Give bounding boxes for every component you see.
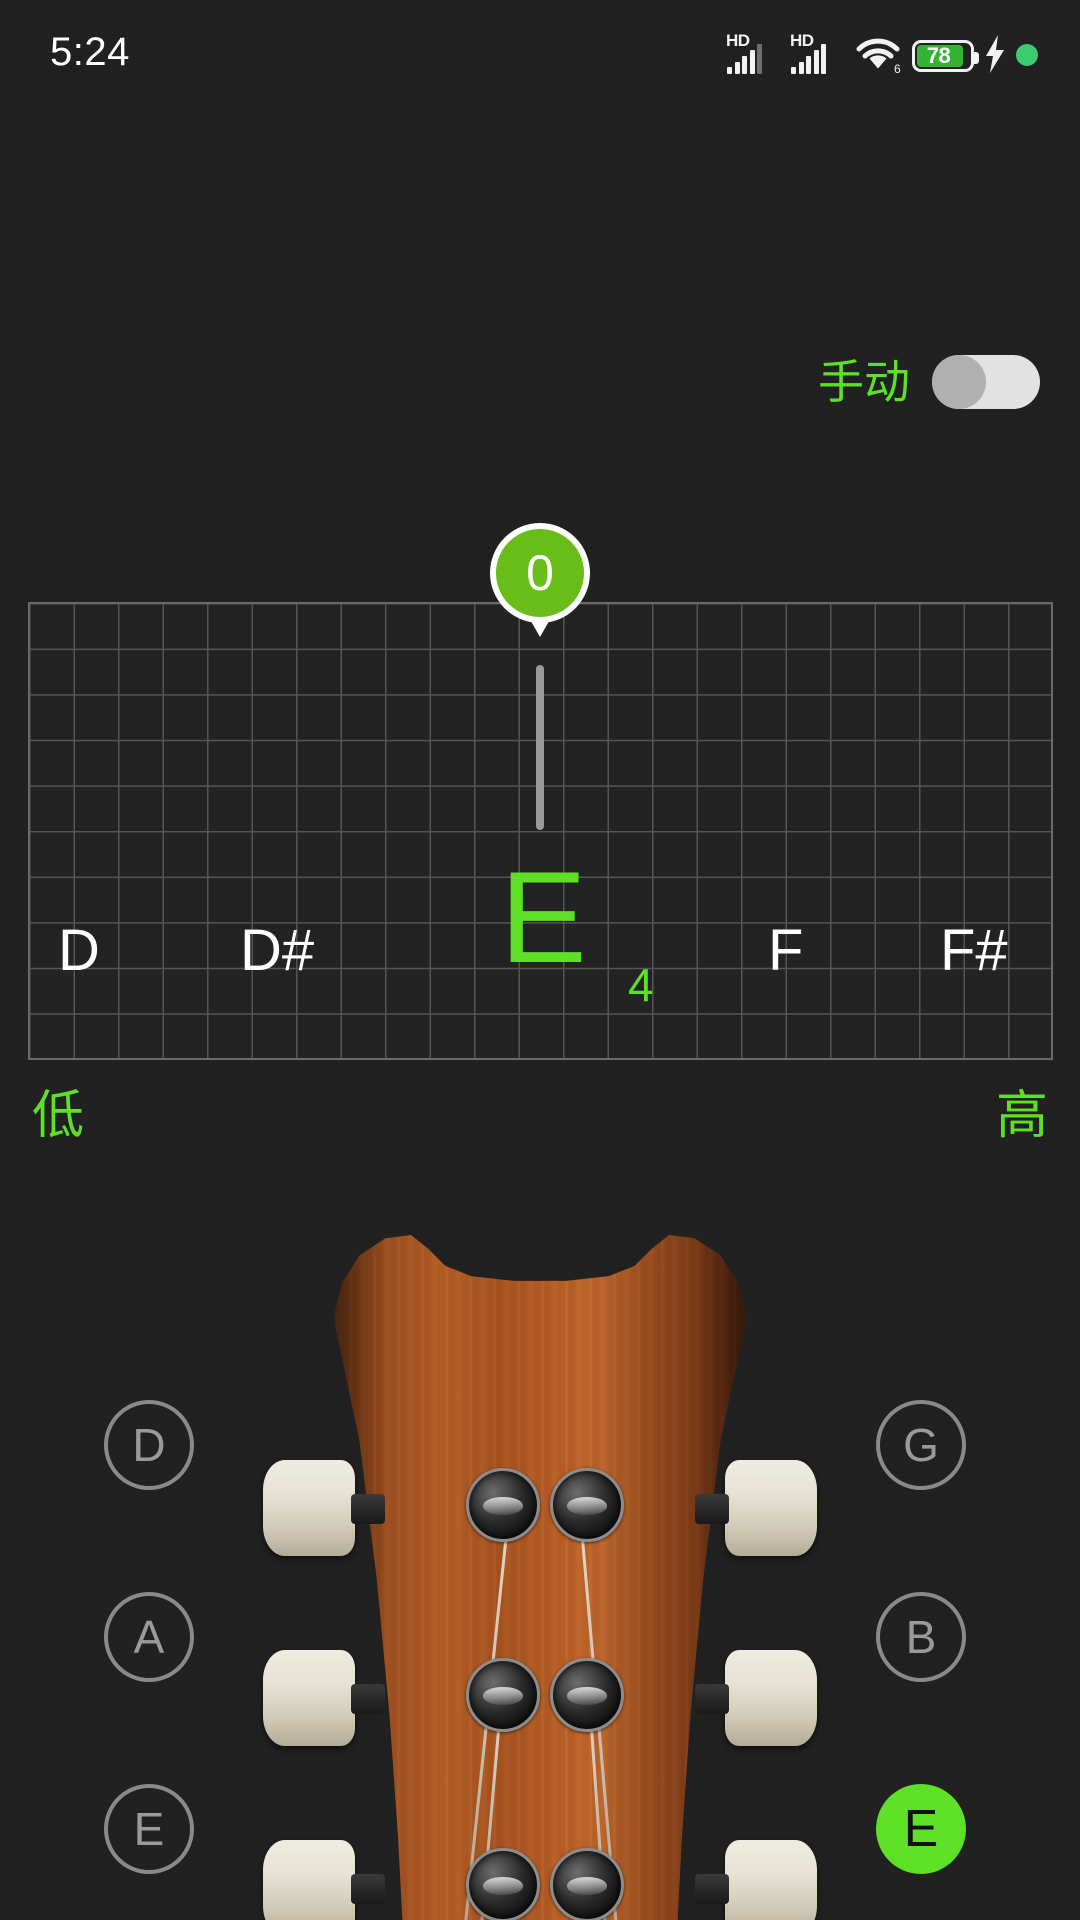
headstock-graphic xyxy=(263,1215,817,1920)
battery-percent-label: 78 xyxy=(926,43,951,68)
low-high-labels: 低 高 xyxy=(0,1090,1080,1160)
status-bar-icons: HD HD 6 78 xyxy=(726,30,1038,76)
hd-signal-icon-2: HD xyxy=(790,32,844,74)
tuning-peg-left-1 xyxy=(263,1460,385,1556)
manual-mode-toggle[interactable] xyxy=(932,355,1040,409)
string-button-e-low[interactable]: E xyxy=(104,1784,194,1874)
status-bar-clock: 5:24 xyxy=(50,30,130,74)
detected-octave: 4 xyxy=(628,959,654,1011)
status-bar: 5:24 HD HD 6 78 xyxy=(0,0,1080,100)
tuner-needle xyxy=(536,665,544,830)
scale-note-dsharp: D# xyxy=(240,918,315,983)
green-dot-icon xyxy=(1016,44,1038,66)
tuning-peg-right-2 xyxy=(695,1650,817,1746)
string-button-g[interactable]: G xyxy=(876,1400,966,1490)
tuner-hole-5 xyxy=(466,1848,540,1920)
pin-bubble: 0 xyxy=(490,523,590,623)
detected-note: E xyxy=(500,844,587,990)
wifi-icon: 6 xyxy=(854,34,902,76)
string-button-d[interactable]: D xyxy=(104,1400,194,1490)
tuner-hole-3 xyxy=(466,1658,540,1732)
tuner-hole-6 xyxy=(550,1848,624,1920)
string-button-g-label: G xyxy=(903,1419,939,1471)
tuning-peg-right-3 xyxy=(695,1840,817,1920)
tuning-peg-right-1 xyxy=(695,1460,817,1556)
string-button-b[interactable]: B xyxy=(876,1592,966,1682)
string-button-a[interactable]: A xyxy=(104,1592,194,1682)
tuner-app-screen: 5:24 HD HD 6 78 手动 0 D D# E 4 F F# 低 高 D… xyxy=(0,0,1080,1920)
hd-signal-icon-1: HD xyxy=(726,32,780,74)
headstock-shading xyxy=(333,1235,747,1920)
tuner-hole-2 xyxy=(550,1468,624,1542)
string-button-a-label: A xyxy=(133,1611,165,1663)
string-button-e-low-label: E xyxy=(133,1803,165,1855)
scale-note-d: D xyxy=(58,918,100,983)
tuning-pin-marker: 0 xyxy=(490,523,590,637)
tuner-hole-4 xyxy=(550,1658,624,1732)
toggle-knob xyxy=(932,355,986,409)
cents-offset-value: 0 xyxy=(526,545,554,601)
tuning-peg-left-2 xyxy=(263,1650,385,1746)
tuning-peg-left-3 xyxy=(263,1840,385,1920)
signal-bars-1 xyxy=(727,44,762,74)
string-button-e-high[interactable]: E xyxy=(876,1784,966,1874)
string-button-b-label: B xyxy=(905,1611,937,1663)
high-label: 高 xyxy=(995,1086,1048,1146)
string-button-e-high-label: E xyxy=(903,1800,939,1858)
signal-bars-2 xyxy=(791,44,826,74)
charging-bolt-icon xyxy=(984,35,1006,73)
manual-mode-row[interactable]: 手动 xyxy=(818,355,1040,409)
tuner-hole-1 xyxy=(466,1468,540,1542)
scale-note-f: F xyxy=(768,918,804,983)
low-label: 低 xyxy=(32,1086,85,1146)
scale-note-fsharp: F# xyxy=(940,918,1008,983)
battery-icon: 78 xyxy=(912,40,979,72)
note-scale-row: D D# E 4 F F# xyxy=(28,840,1053,1008)
string-button-d-label: D xyxy=(132,1419,166,1471)
svg-text:6: 6 xyxy=(894,62,901,74)
manual-mode-label: 手动 xyxy=(818,355,910,409)
